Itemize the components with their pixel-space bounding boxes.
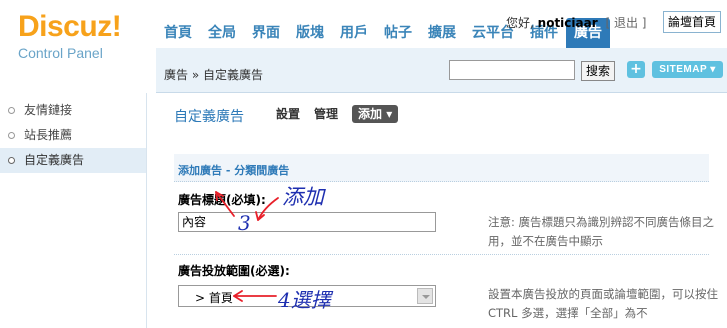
- nav-item-global[interactable]: 全局: [200, 18, 244, 48]
- ad-range-note: 設置本廣告投放的頁面或論壇範圍，可以按住 CTRL 多選，選擇「全部」為不: [488, 287, 718, 320]
- bullet-icon: [8, 107, 15, 114]
- annotation-step-3: 3: [238, 211, 251, 235]
- divider: [174, 254, 709, 255]
- nav-item-posts[interactable]: 帖子: [376, 18, 420, 48]
- header: Discuz! Control Panel 首頁 全局 界面 版塊 用戶 帖子 …: [0, 0, 727, 61]
- ad-range-selected-option[interactable]: > 首頁: [195, 289, 233, 306]
- sidebar-item-friend-links[interactable]: 友情鏈接: [0, 98, 146, 123]
- nav-item-home[interactable]: 首頁: [156, 18, 200, 48]
- search-button[interactable]: 搜索: [581, 61, 615, 81]
- sidebar-list: 友情鏈接 站長推薦 自定義廣告: [0, 98, 146, 173]
- tab-add[interactable]: 添加 ▾: [352, 105, 399, 123]
- sidebar-item-label: 站長推薦: [24, 128, 73, 142]
- nav-item-extensions[interactable]: 擴展: [420, 18, 464, 48]
- tab-manage[interactable]: 管理: [314, 105, 338, 123]
- section-header: 添加廣告 - 分類間廣告: [174, 154, 709, 182]
- sidebar-item-recommend[interactable]: 站長推薦: [0, 123, 146, 148]
- nav-item-forums[interactable]: 版塊: [288, 18, 332, 48]
- logo-text: Discuz!: [18, 10, 122, 43]
- chevron-down-icon[interactable]: [417, 288, 433, 304]
- ad-title-note: 注意: 廣告標題只為識別辨認不同廣告條目之用，並不在廣告中顯示: [488, 215, 715, 248]
- tab-bar: 設置 管理 添加 ▾: [276, 105, 399, 123]
- user-bar: 您好, noticiaar [ 退出 ]: [506, 14, 646, 31]
- ad-range-label: 廣告投放範圍(必選):: [178, 264, 290, 278]
- add-shortcut-button[interactable]: +: [627, 61, 645, 78]
- logo-subtitle: Control Panel: [18, 45, 103, 61]
- sidebar: 友情鏈接 站長推薦 自定義廣告: [0, 93, 147, 328]
- page-title: 自定義廣告: [174, 109, 244, 125]
- ad-title-input[interactable]: 內容: [178, 212, 436, 232]
- bullet-icon: [8, 132, 15, 139]
- breadcrumb-bar: 廣告 » 自定義廣告 搜索 + SITEMAP ▾: [156, 48, 727, 93]
- logo[interactable]: Discuz! Control Panel: [18, 10, 122, 62]
- section-title: 添加廣告 - 分類間廣告: [178, 164, 290, 177]
- username: noticiaar: [537, 16, 598, 30]
- nav-item-interface[interactable]: 界面: [244, 18, 288, 48]
- breadcrumb: 廣告 » 自定義廣告: [164, 68, 263, 82]
- search-input[interactable]: [449, 60, 575, 80]
- nav-item-users[interactable]: 用戶: [332, 18, 376, 48]
- sitemap-button[interactable]: SITEMAP ▾: [652, 61, 723, 78]
- bullet-icon: [8, 157, 15, 164]
- annotation-add: 添加: [282, 185, 324, 209]
- sidebar-item-label: 自定義廣告: [24, 153, 85, 167]
- ad-title-label: 廣告標題(必填):: [178, 193, 266, 207]
- forum-home-button[interactable]: 論壇首頁: [663, 11, 721, 33]
- greeting-text: 您好,: [506, 16, 534, 30]
- sidebar-item-label: 友情鏈接: [24, 103, 73, 117]
- logout-link[interactable]: [ 退出 ]: [605, 16, 646, 30]
- sidebar-item-custom-ads[interactable]: 自定義廣告: [0, 148, 146, 173]
- annotation-step-4: 4選擇: [278, 288, 331, 312]
- tab-settings[interactable]: 設置: [276, 105, 300, 123]
